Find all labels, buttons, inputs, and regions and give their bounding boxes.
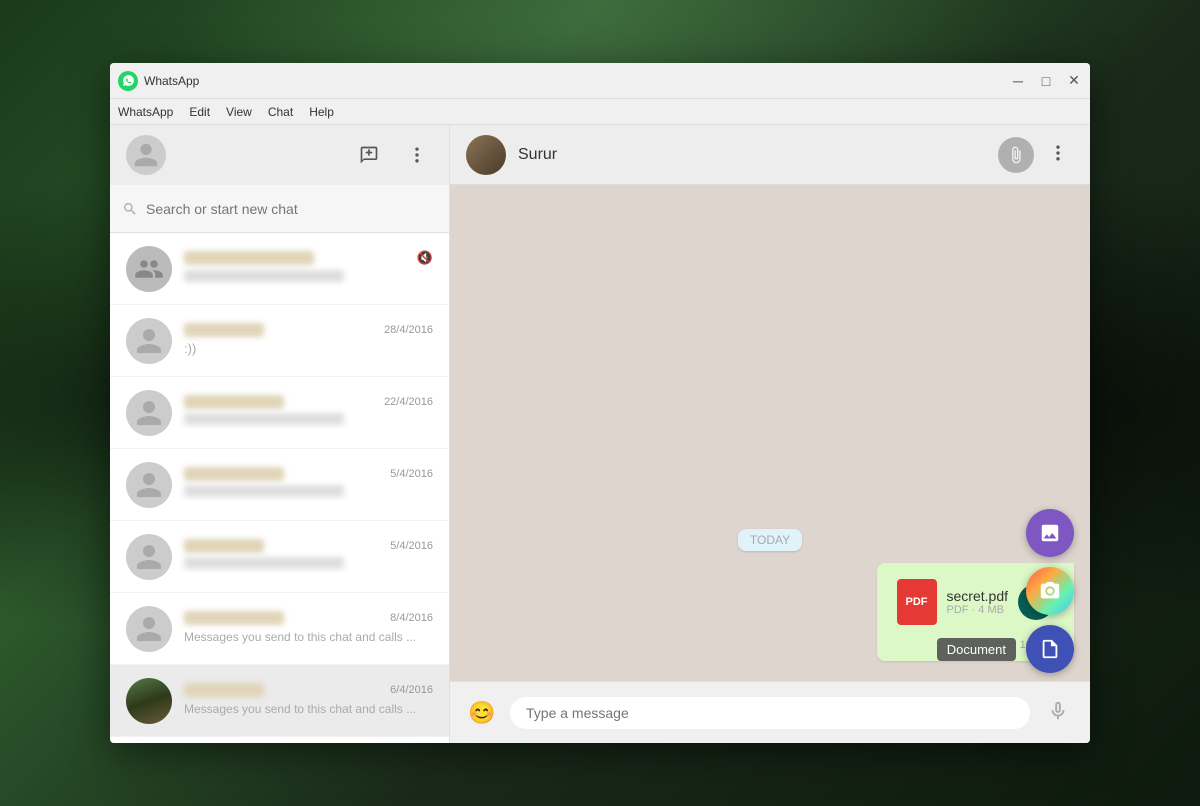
chat-name-row: 28/4/2016 <box>184 323 433 337</box>
avatar <box>126 246 172 292</box>
avatar <box>126 534 172 580</box>
list-item[interactable]: 22/4/2016 <box>110 377 449 449</box>
pdf-filename: secret.pdf <box>947 588 1008 604</box>
chat-list: 🔇 28/4/2016 :)) <box>110 233 449 743</box>
chat-name <box>184 323 264 337</box>
chat-info: 5/4/2016 <box>184 539 433 574</box>
list-item[interactable]: 🔇 <box>110 233 449 305</box>
list-item[interactable]: 8/4/2016 Messages you send to this chat … <box>110 593 449 665</box>
chat-preview: Messages you send to this chat and calls… <box>184 702 416 716</box>
message-input[interactable] <box>510 697 1030 729</box>
titlebar: WhatsApp ─ □ ✕ <box>110 63 1090 99</box>
pdf-icon: PDF <box>897 579 937 625</box>
today-badge: TODAY <box>738 529 802 551</box>
list-item[interactable]: 28/4/2016 :)) <box>110 305 449 377</box>
chat-name-row: 8/4/2016 <box>184 611 433 625</box>
menu-chat[interactable]: Chat <box>268 105 293 119</box>
chat-name-row: 5/4/2016 <box>184 467 433 481</box>
sidebar-actions <box>353 139 433 171</box>
chat-name <box>184 539 264 553</box>
chat-preview: :)) <box>184 341 196 356</box>
chat-name-row: 22/4/2016 <box>184 395 433 409</box>
chat-name <box>184 251 314 265</box>
chat-info: 6/4/2016 Messages you send to this chat … <box>184 683 433 718</box>
main-content: 🔇 28/4/2016 :)) <box>110 125 1090 743</box>
chat-name <box>184 683 264 697</box>
maximize-button[interactable]: □ <box>1038 73 1054 89</box>
app-window: WhatsApp ─ □ ✕ WhatsApp Edit View Chat H… <box>110 63 1090 743</box>
avatar <box>126 390 172 436</box>
chat-name <box>184 611 284 625</box>
chat-preview <box>184 413 344 425</box>
chat-name <box>184 395 284 409</box>
chat-input-area: 😊 <box>450 681 1090 743</box>
document-attach-button[interactable]: Document <box>1026 625 1074 673</box>
chat-preview <box>184 557 344 569</box>
search-bar <box>110 185 449 233</box>
emoji-button[interactable]: 😊 <box>466 697 498 729</box>
chat-name-row: 5/4/2016 <box>184 539 433 553</box>
app-title: WhatsApp <box>144 74 1010 88</box>
search-input[interactable] <box>146 201 437 217</box>
chat-preview <box>184 485 344 497</box>
chat-header-actions <box>998 137 1074 173</box>
menubar: WhatsApp Edit View Chat Help <box>110 99 1090 125</box>
avatar <box>126 318 172 364</box>
more-options-button[interactable] <box>401 139 433 171</box>
menu-view[interactable]: View <box>226 105 252 119</box>
today-divider: TODAY <box>466 529 1074 551</box>
app-logo <box>118 71 138 91</box>
chat-info: 22/4/2016 <box>184 395 433 430</box>
chat-info: 5/4/2016 <box>184 467 433 502</box>
close-button[interactable]: ✕ <box>1066 73 1082 89</box>
sidebar: 🔇 28/4/2016 :)) <box>110 125 450 743</box>
pdf-meta: PDF · 4 MB <box>947 604 1008 616</box>
list-item[interactable]: Yesterday Messages you send to this chat… <box>110 737 449 743</box>
chat-name-row: 🔇 <box>184 250 433 266</box>
sidebar-header <box>110 125 449 185</box>
search-icon <box>122 201 138 217</box>
more-chat-options-button[interactable] <box>1042 137 1074 169</box>
chat-preview: Messages you send to this chat and calls… <box>184 630 416 644</box>
chat-contact-name: Surur <box>518 146 998 164</box>
chat-time: 28/4/2016 <box>384 324 433 336</box>
chat-name <box>184 467 284 481</box>
window-controls: ─ □ ✕ <box>1010 73 1082 89</box>
messages-area: TODAY PDF secret.pdf PDF · 4 MB <box>450 185 1090 681</box>
chat-info: 8/4/2016 Messages you send to this chat … <box>184 611 433 646</box>
chat-time: 8/4/2016 <box>390 612 433 624</box>
menu-help[interactable]: Help <box>309 105 334 119</box>
chat-name-row: 6/4/2016 <box>184 683 433 697</box>
chat-time: 5/4/2016 <box>390 540 433 552</box>
gallery-attach-button[interactable] <box>1026 509 1074 557</box>
menu-edit[interactable]: Edit <box>189 105 210 119</box>
chat-area: Surur TODAY <box>450 125 1090 743</box>
mic-button[interactable] <box>1042 697 1074 729</box>
chat-header: Surur <box>450 125 1090 185</box>
chat-header-avatar <box>466 135 506 175</box>
attachment-popup: Document <box>1026 509 1074 673</box>
chat-time: 5/4/2016 <box>390 468 433 480</box>
chat-info: 28/4/2016 :)) <box>184 323 433 358</box>
chat-preview <box>184 270 344 282</box>
list-item[interactable]: 5/4/2016 <box>110 521 449 593</box>
list-item[interactable]: 6/4/2016 Messages you send to this chat … <box>110 665 449 737</box>
attach-button[interactable] <box>998 137 1034 173</box>
chat-info: 🔇 <box>184 250 433 287</box>
list-item[interactable]: 5/4/2016 <box>110 449 449 521</box>
pdf-info: secret.pdf PDF · 4 MB <box>947 588 1008 616</box>
minimize-button[interactable]: ─ <box>1010 73 1026 89</box>
chat-time: 22/4/2016 <box>384 396 433 408</box>
camera-attach-button[interactable] <box>1026 567 1074 615</box>
new-chat-button[interactable] <box>353 139 385 171</box>
document-tooltip: Document <box>937 638 1016 661</box>
avatar <box>126 462 172 508</box>
avatar <box>126 606 172 652</box>
menu-whatsapp[interactable]: WhatsApp <box>118 105 173 119</box>
mute-icon: 🔇 <box>417 250 433 266</box>
avatar <box>126 678 172 724</box>
chat-time: 6/4/2016 <box>390 684 433 696</box>
my-avatar[interactable] <box>126 135 166 175</box>
